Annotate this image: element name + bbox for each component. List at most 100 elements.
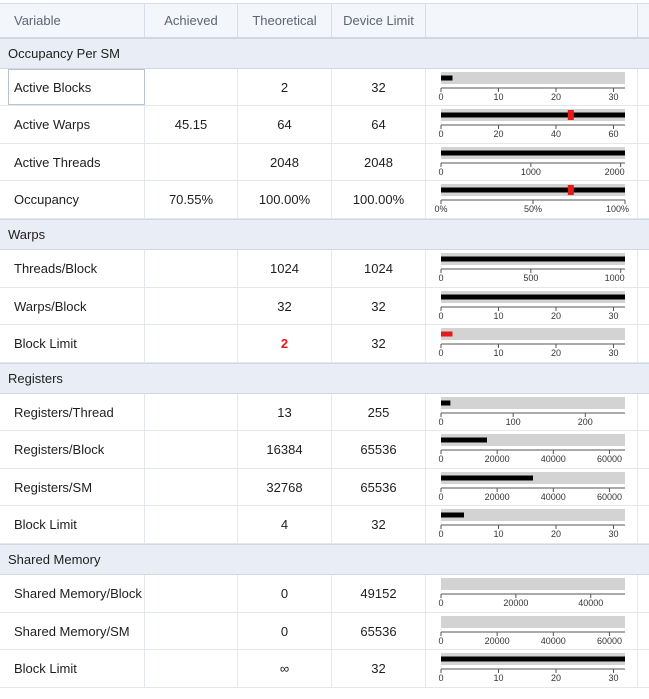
bar-chart-cell: 0 10 20 30: [426, 325, 638, 362]
tick-label: 20000: [485, 492, 510, 502]
section-title: Warps: [8, 227, 46, 242]
column-header-device-limit[interactable]: Device Limit: [332, 4, 426, 37]
tick-label: 10: [493, 529, 503, 539]
device-limit-value: 65536: [360, 623, 397, 639]
table-row[interactable]: Shared Memory/SM 0 65536 0 20000 40000 60000: [0, 613, 649, 650]
section-header: Shared Memory: [0, 544, 649, 575]
section-title: Shared Memory: [8, 552, 101, 567]
theoretical-value: 2: [280, 79, 289, 95]
device-limit-cell: 32: [332, 288, 426, 324]
tick-label: 10: [493, 348, 503, 358]
variable-cell[interactable]: Block Limit: [8, 650, 145, 687]
variable-cell[interactable]: Occupancy: [8, 181, 145, 218]
tick-label: 30: [608, 529, 618, 539]
theoretical-value: 0: [280, 623, 289, 639]
achieved-marker: [567, 110, 574, 120]
occupancy-table: Variable Achieved Theoretical Device Lim…: [0, 0, 649, 699]
theoretical-bar: [441, 656, 625, 662]
table-row[interactable]: Block Limit 2 32 0 10 20 30: [0, 325, 649, 363]
table-row[interactable]: Block Limit ∞ 32 0 10 20 30: [0, 650, 649, 688]
table-row[interactable]: Registers/Block 16384 65536 0 20000 40000 6000…: [0, 431, 649, 469]
theoretical-value: 13: [277, 404, 292, 420]
achieved-cell: [145, 506, 238, 543]
tick-label: 500: [523, 273, 538, 283]
device-limit-value: 32: [371, 336, 386, 351]
tick-label: 30: [608, 348, 618, 358]
bullet-chart: 0 500 1000: [438, 253, 625, 283]
variable-cell[interactable]: Shared Memory/Block: [8, 575, 145, 612]
table-row[interactable]: Active Blocks 2 32 0 10 20 30: [0, 69, 649, 106]
variable-cell[interactable]: Active Threads: [8, 144, 145, 180]
tick-label: 100%: [606, 204, 629, 214]
bar-chart-cell: 0 20000 40000: [426, 575, 638, 612]
table-row[interactable]: Registers/Thread 13 255 0 100 200: [0, 394, 649, 431]
bullet-chart: 0% 50% 100%: [434, 184, 629, 214]
row-spacer: [638, 106, 649, 143]
bar-chart-cell: 0 10 20 30: [426, 288, 638, 324]
device-limit-value: 32: [371, 298, 386, 314]
table-row[interactable]: Shared Memory/Block 0 49152 0 20000 40000: [0, 575, 649, 613]
variable-cell[interactable]: Active Warps: [8, 106, 145, 143]
table-row[interactable]: Active Warps 45.15 64 64 0 20 40 60: [0, 106, 649, 144]
table-row[interactable]: Registers/SM 32768 65536 0 20000 40000 60000: [0, 469, 649, 506]
bar-chart-cell: 0 10 20 30: [426, 650, 638, 687]
variable-cell[interactable]: Registers/Thread: [8, 394, 145, 430]
variable-cell[interactable]: Active Blocks: [8, 69, 145, 105]
variable-cell[interactable]: Threads/Block: [8, 250, 145, 287]
tick-label: 0: [438, 348, 443, 358]
tick-label: 40000: [541, 492, 566, 502]
tick-label: 0: [438, 598, 443, 608]
limit-track: [441, 509, 625, 521]
variable-cell[interactable]: Shared Memory/SM: [8, 613, 145, 649]
column-header-achieved[interactable]: Achieved: [145, 4, 238, 37]
tick-label: 20: [551, 529, 561, 539]
device-limit-value: 64: [371, 117, 386, 132]
variable-name: Shared Memory/SM: [14, 623, 130, 639]
theoretical-bar: [441, 475, 533, 481]
tick-label: 0: [438, 273, 443, 283]
section-header: Warps: [0, 219, 649, 250]
variable-cell[interactable]: Registers/Block: [8, 431, 145, 468]
theoretical-cell: 16384: [238, 431, 332, 468]
theoretical-value: 1024: [270, 261, 299, 276]
variable-cell[interactable]: Block Limit: [8, 325, 145, 362]
table-row[interactable]: Occupancy 70.55% 100.00% 100.00% 0% 50% 100%: [0, 181, 649, 219]
tick-label: 0: [438, 129, 443, 139]
section-title: Registers: [8, 371, 63, 386]
variable-name: Active Warps: [14, 117, 91, 132]
variable-name: Registers/Block: [14, 442, 105, 457]
table-row[interactable]: Block Limit 4 32 0 10 20 30: [0, 506, 649, 544]
device-limit-cell: 32: [332, 69, 426, 105]
theoretical-value: 32: [277, 298, 292, 314]
table-row[interactable]: Active Threads 2048 2048 0 1000 2000: [0, 144, 649, 181]
variable-name: Active Blocks: [14, 79, 92, 95]
variable-name: Occupancy: [14, 192, 80, 207]
table-row[interactable]: Warps/Block 32 32 0 10 20 30: [0, 288, 649, 325]
tick-label: 30: [608, 311, 618, 321]
column-header-spacer: [638, 4, 649, 37]
tick-label: 0: [438, 492, 443, 502]
column-header-variable[interactable]: Variable: [0, 4, 145, 37]
device-limit-cell: 32: [332, 650, 426, 687]
tick-label: 0: [438, 417, 443, 427]
tick-label: 60000: [597, 454, 622, 464]
row-spacer: [638, 506, 649, 543]
device-limit-cell: 255: [332, 394, 426, 430]
column-header-theoretical[interactable]: Theoretical: [238, 4, 332, 37]
achieved-cell: [145, 69, 238, 105]
theoretical-value: 100.00%: [258, 192, 311, 207]
bullet-chart: 0 20000 40000 60000: [438, 616, 625, 646]
theoretical-bar: [441, 187, 625, 193]
theoretical-value: 4: [280, 517, 289, 532]
row-spacer: [638, 325, 649, 362]
table-row[interactable]: Threads/Block 1024 1024 0 500 1000: [0, 250, 649, 288]
achieved-cell: [145, 250, 238, 287]
variable-cell[interactable]: Registers/SM: [8, 469, 145, 505]
theoretical-value: 32768: [266, 479, 303, 495]
variable-cell[interactable]: Warps/Block: [8, 288, 145, 324]
achieved-cell: 70.55%: [145, 181, 238, 218]
theoretical-bar: [441, 437, 487, 443]
device-limit-value: 255: [367, 404, 390, 420]
variable-cell[interactable]: Block Limit: [8, 506, 145, 543]
theoretical-cell: 2: [238, 325, 332, 362]
